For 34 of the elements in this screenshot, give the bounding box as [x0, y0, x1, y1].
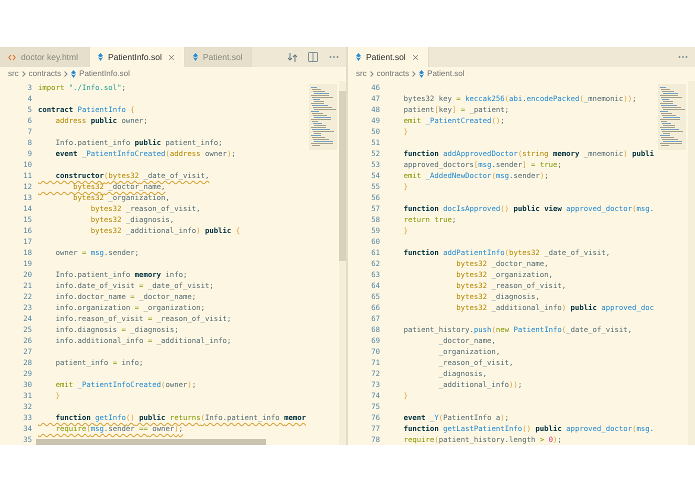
close-icon[interactable] [410, 52, 420, 62]
chevron-icon [22, 71, 26, 77]
breadcrumb-item[interactable]: src [356, 68, 367, 80]
breadcrumb-item[interactable]: PatientInfo.sol [79, 68, 130, 80]
editor-tab[interactable]: Patient.sol [184, 47, 252, 67]
tab-label: Patient.sol [202, 50, 243, 64]
editor-tab[interactable]: doctor key.html [0, 47, 90, 67]
editor-tab[interactable]: Patient.sol [348, 47, 429, 67]
diamond-icon [419, 70, 424, 78]
minimap-drawing [658, 84, 686, 150]
tab-label: PatientInfo.sol [108, 50, 162, 64]
diamond-icon [71, 70, 76, 78]
chevron-icon [64, 71, 68, 77]
chevron-icon [370, 71, 374, 77]
horizontal-scrollbar[interactable] [36, 439, 266, 445]
editor-tab[interactable]: PatientInfo.sol [90, 47, 185, 67]
chevron-icon [412, 71, 416, 77]
code-icon [8, 54, 16, 60]
minimap-drawing [309, 84, 337, 150]
diamond-icon [356, 53, 361, 61]
tab-label: doctor key.html [21, 50, 78, 64]
diamond-icon [98, 53, 103, 61]
breadcrumb-item[interactable]: Patient.sol [427, 68, 464, 80]
breadcrumb-item[interactable]: contracts [28, 68, 62, 80]
scrollbar[interactable] [339, 81, 346, 445]
scrollbar-thumb[interactable] [339, 91, 346, 261]
tab-label: Patient.sol [366, 50, 406, 64]
close-icon[interactable] [166, 52, 176, 62]
compare-icon[interactable] [287, 52, 298, 62]
diamond-icon [192, 53, 198, 61]
breadcrumb-item[interactable]: contracts [376, 68, 410, 80]
breadcrumb-item[interactable]: src [8, 68, 19, 80]
scrollbar[interactable] [688, 81, 695, 445]
split-editor-icon[interactable] [307, 51, 319, 63]
